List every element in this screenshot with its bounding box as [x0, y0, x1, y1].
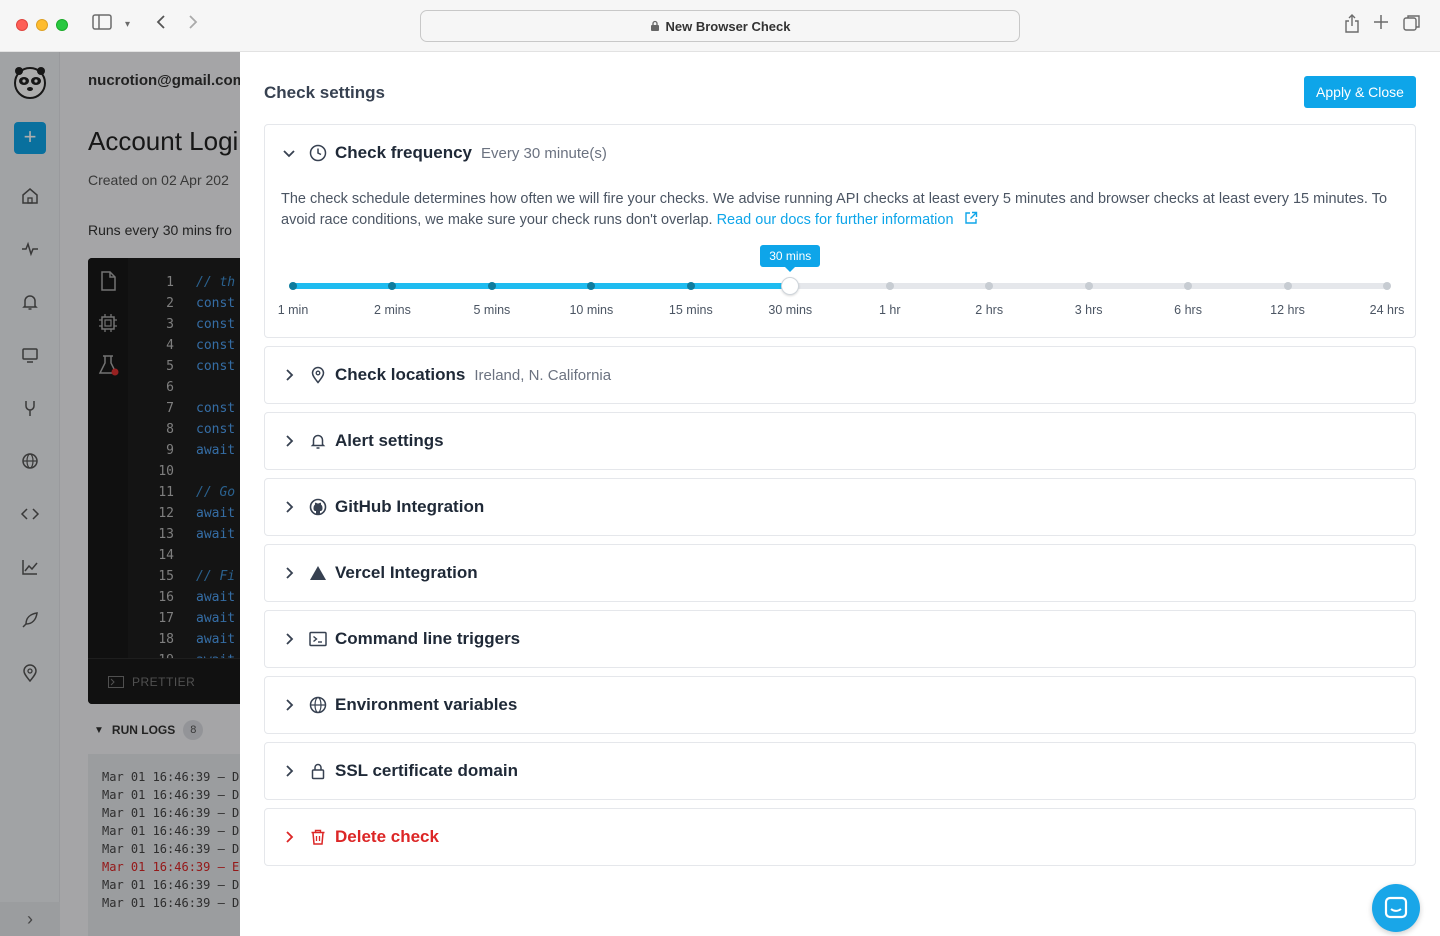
slider-stop[interactable] — [1084, 282, 1093, 290]
clock-icon — [309, 144, 327, 162]
chevron-right-icon — [286, 765, 294, 777]
lock-icon — [650, 20, 659, 31]
external-link-icon — [964, 211, 977, 224]
slider-stop[interactable] — [686, 282, 695, 290]
bell-icon — [310, 434, 326, 449]
share-icon[interactable] — [1344, 14, 1360, 41]
trash-icon — [311, 829, 325, 845]
delete-check-header[interactable]: Delete check — [265, 809, 1415, 865]
slider-tick-label[interactable]: 24 hrs — [1370, 303, 1405, 317]
check-frequency-title: Check frequency — [335, 143, 472, 162]
new-tab-icon[interactable] — [1373, 14, 1389, 37]
slider-stop[interactable] — [885, 282, 894, 290]
delete-check-title: Delete check — [335, 827, 439, 846]
browser-toolbar: ▾ New Browser Check — [0, 0, 1440, 52]
support-chat-button[interactable] — [1372, 884, 1420, 932]
back-icon[interactable] — [155, 14, 167, 37]
ssl-certificate-title: SSL certificate domain — [335, 761, 518, 780]
vercel-integration-header[interactable]: Vercel Integration — [265, 545, 1415, 601]
slider-tick-label[interactable]: 1 hr — [879, 303, 901, 317]
check-locations-summary: Ireland, N. California — [474, 366, 612, 384]
check-settings-panel: Check settings Apply & Close Check frequ… — [240, 52, 1440, 936]
lock-icon — [311, 763, 325, 780]
slider-tick-label[interactable]: 5 mins — [473, 303, 510, 317]
check-frequency-description: The check schedule determines how often … — [281, 189, 1411, 231]
slider-tick-label[interactable]: 30 mins — [768, 303, 812, 317]
chevron-right-icon — [286, 501, 294, 513]
frequency-slider[interactable]: 1 min 2 mins 5 mins 10 mins 15 mins 30 mins 1 … — [265, 233, 1415, 333]
slider-stop[interactable] — [1283, 282, 1292, 290]
slider-stop[interactable] — [289, 282, 297, 290]
slider-tick-label[interactable]: 10 mins — [569, 303, 613, 317]
forward-icon[interactable] — [187, 14, 199, 37]
chevron-right-icon — [286, 831, 294, 843]
slider-tick-label[interactable]: 3 hrs — [1075, 303, 1103, 317]
vercel-triangle-icon — [310, 566, 326, 580]
close-window-button[interactable] — [16, 19, 28, 31]
environment-variables-header[interactable]: Environment variables — [265, 677, 1415, 733]
minimize-window-button[interactable] — [36, 19, 48, 31]
chat-icon — [1384, 896, 1408, 919]
slider-value-tooltip: 30 mins — [760, 245, 821, 272]
vercel-integration-section[interactable]: Vercel Integration — [264, 544, 1416, 602]
terminal-icon — [309, 631, 327, 647]
slider-tick-label[interactable]: 15 mins — [669, 303, 713, 317]
modal-backdrop[interactable] — [0, 52, 240, 936]
slider-tick-label[interactable]: 1 min — [278, 303, 309, 317]
alert-settings-header[interactable]: Alert settings — [265, 413, 1415, 469]
vercel-integration-title: Vercel Integration — [335, 563, 478, 582]
command-line-triggers-header[interactable]: Command line triggers — [265, 611, 1415, 667]
check-frequency-header[interactable]: Check frequency Every 30 minute(s) — [265, 125, 1415, 181]
page-title: New Browser Check — [665, 18, 791, 34]
slider-handle[interactable] — [781, 277, 800, 295]
panel-title: Check settings — [264, 83, 385, 102]
alert-settings-title: Alert settings — [335, 431, 444, 450]
chevron-right-icon — [286, 369, 294, 381]
chevron-right-icon — [286, 435, 294, 447]
delete-check-section[interactable]: Delete check — [264, 808, 1416, 866]
check-locations-section[interactable]: Check locations Ireland, N. California — [264, 346, 1416, 404]
chevron-right-icon — [286, 567, 294, 579]
location-pin-icon — [311, 366, 325, 384]
environment-variables-section[interactable]: Environment variables — [264, 676, 1416, 734]
github-integration-section[interactable]: GitHub Integration — [264, 478, 1416, 536]
alert-settings-section[interactable]: Alert settings — [264, 412, 1416, 470]
globe-icon — [309, 696, 327, 714]
ssl-certificate-header[interactable]: SSL certificate domain — [265, 743, 1415, 799]
slider-fill — [293, 283, 791, 289]
slider-tick-label[interactable]: 2 hrs — [975, 303, 1003, 317]
command-line-triggers-section[interactable]: Command line triggers — [264, 610, 1416, 668]
check-locations-header[interactable]: Check locations Ireland, N. California — [265, 347, 1415, 403]
github-integration-header[interactable]: GitHub Integration — [265, 479, 1415, 535]
docs-link[interactable]: Read our docs for further information — [716, 211, 978, 228]
github-icon — [309, 498, 327, 516]
slider-tick-label[interactable]: 2 mins — [374, 303, 411, 317]
chevron-down-icon — [283, 150, 295, 158]
chevron-right-icon — [286, 699, 294, 711]
apply-close-button[interactable]: Apply & Close — [1304, 76, 1416, 108]
sidebar-toggle-icon[interactable] — [92, 14, 112, 37]
check-frequency-summary: Every 30 minute(s) — [481, 144, 607, 162]
github-integration-title: GitHub Integration — [335, 497, 485, 516]
slider-tick-label[interactable]: 12 hrs — [1270, 303, 1305, 317]
address-bar[interactable]: New Browser Check — [420, 10, 1020, 42]
chevron-right-icon — [286, 633, 294, 645]
check-frequency-section: Check frequency Every 30 minute(s) The c… — [264, 124, 1416, 338]
check-locations-title: Check locations — [335, 365, 466, 384]
tab-overview-icon[interactable] — [1403, 14, 1421, 39]
docs-link-label: Read our docs for further information — [716, 212, 954, 228]
slider-stop[interactable] — [1383, 282, 1391, 290]
chevron-down-icon[interactable]: ▾ — [125, 14, 130, 36]
command-line-triggers-title: Command line triggers — [335, 629, 521, 648]
ssl-certificate-section[interactable]: SSL certificate domain — [264, 742, 1416, 800]
environment-variables-title: Environment variables — [335, 695, 518, 714]
slider-tick-label[interactable]: 6 hrs — [1174, 303, 1202, 317]
zoom-window-button[interactable] — [56, 19, 68, 31]
slider-stop[interactable] — [487, 282, 496, 290]
